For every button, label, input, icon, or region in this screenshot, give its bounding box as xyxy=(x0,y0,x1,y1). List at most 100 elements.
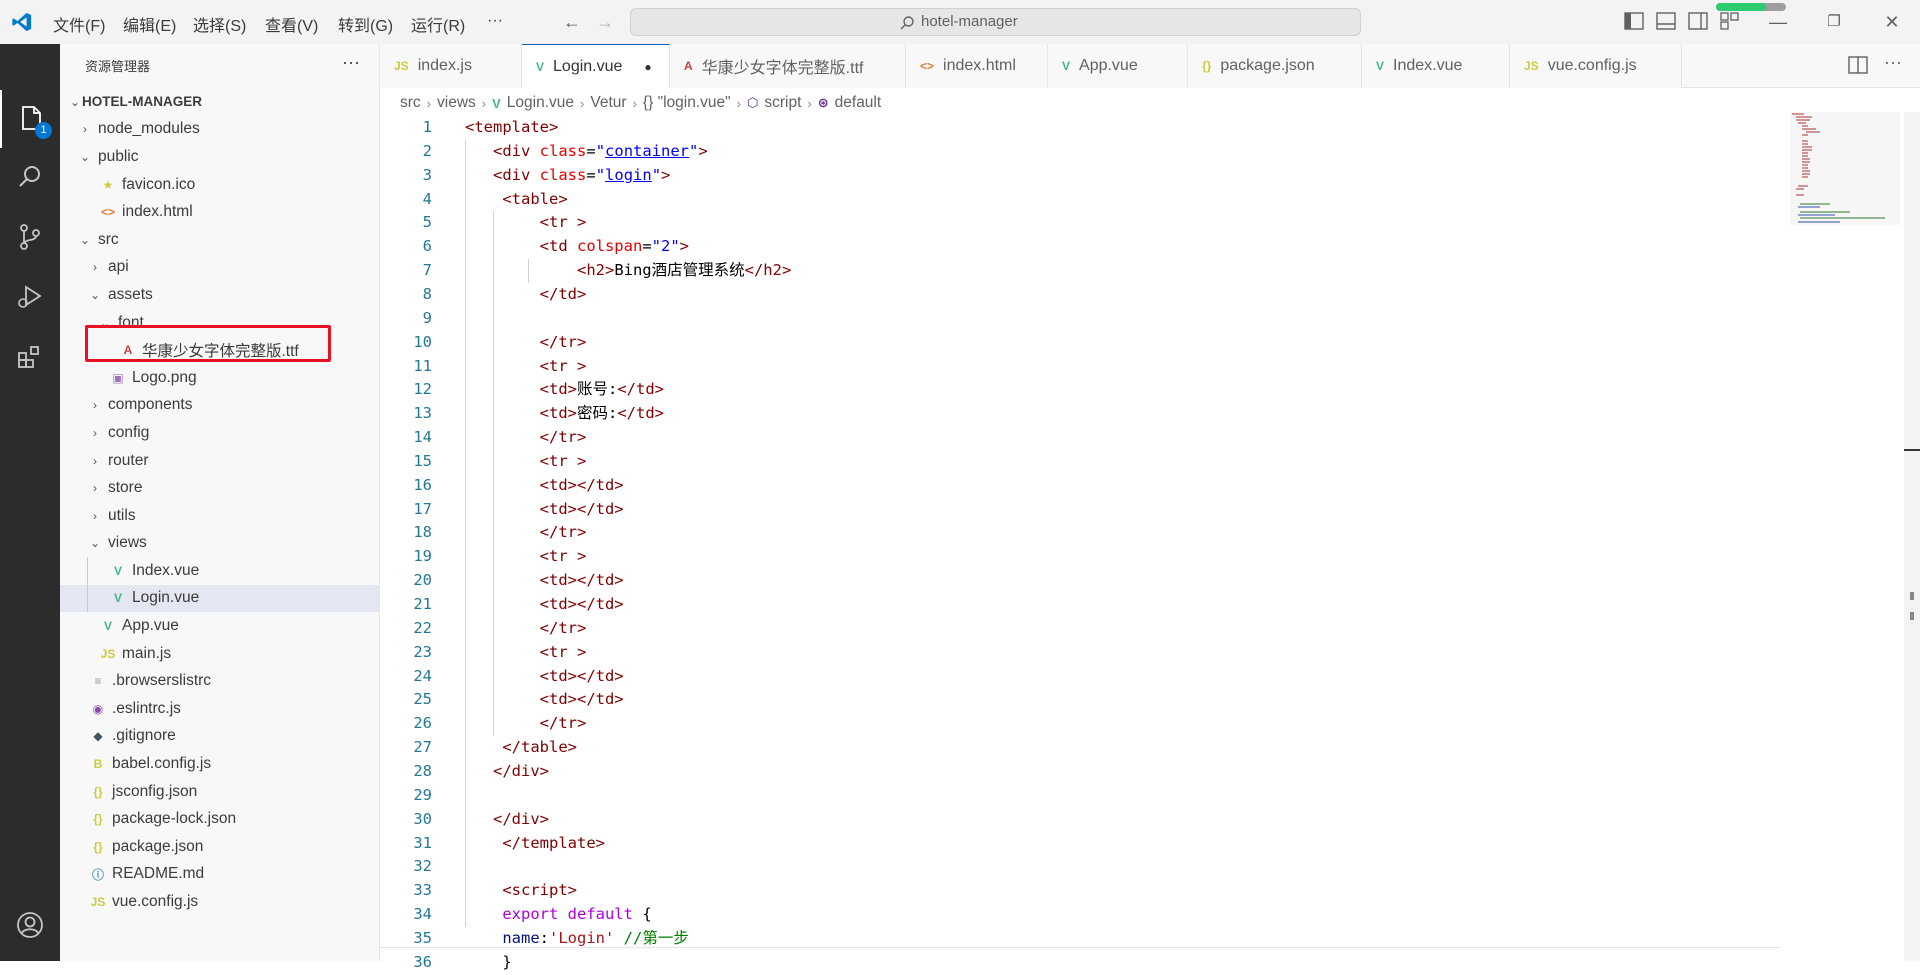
accounts-activity[interactable] xyxy=(0,896,60,954)
tree-item-label: favicon.ico xyxy=(122,175,196,193)
source-control-activity[interactable] xyxy=(0,208,60,266)
tree-folder[interactable]: › components xyxy=(60,392,380,420)
toggle-panel-icon[interactable] xyxy=(1656,12,1676,30)
restore-icon[interactable]: ❐ xyxy=(1822,10,1846,34)
command-center-search[interactable]: hotel-manager xyxy=(630,8,1361,36)
tree-file[interactable]: {} jsconfig.json xyxy=(60,778,380,806)
explorer-activity[interactable]: 1 xyxy=(0,90,60,148)
editor-tab[interactable]: JS index.js xyxy=(380,44,522,88)
menu-more[interactable]: ··· xyxy=(487,12,503,30)
line-number: 33 xyxy=(413,881,432,900)
tree-file[interactable]: <> index.html xyxy=(60,198,380,226)
tree-file[interactable]: ★ favicon.ico xyxy=(60,171,380,199)
tree-folder[interactable]: › node_modules xyxy=(60,116,380,144)
breadcrumb-item[interactable]: Vetur xyxy=(590,94,626,112)
tree-file[interactable]: ▣ Logo.png xyxy=(60,364,380,392)
close-icon[interactable]: ✕ xyxy=(1880,10,1904,34)
minimap[interactable] xyxy=(1790,112,1900,232)
forward-arrow-icon[interactable]: → xyxy=(593,10,617,34)
breadcrumb-item[interactable]: src xyxy=(400,94,421,112)
tree-folder[interactable]: ⌄ src xyxy=(60,226,380,254)
tree-folder[interactable]: ⌄ assets xyxy=(60,281,380,309)
tree-folder[interactable]: › api xyxy=(60,254,380,282)
breadcrumb-item[interactable]: Login.vue xyxy=(507,94,574,112)
breadcrumb-item[interactable]: default xyxy=(835,94,882,112)
tree-file[interactable]: ◆ .gitignore xyxy=(60,723,380,751)
info-file-icon: ⓘ xyxy=(91,867,104,882)
customize-layout-icon[interactable] xyxy=(1720,12,1740,30)
code-editor[interactable]: 1 <template> 2 <div class="container"> 3 <d… xyxy=(380,116,1900,971)
scrollbar-marker xyxy=(1910,612,1914,620)
editor-tab[interactable]: {} package.json xyxy=(1188,44,1362,88)
tree-file[interactable]: JS main.js xyxy=(60,640,380,668)
editor-tab[interactable]: V Index.vue xyxy=(1362,44,1510,88)
menu-edit[interactable]: 编辑(E) xyxy=(123,12,176,36)
tree-folder[interactable]: ⌄ public xyxy=(60,143,380,171)
json-file-icon: {} xyxy=(1202,59,1212,73)
tree-file[interactable]: V Index.vue xyxy=(60,557,380,585)
split-editor-icon[interactable] xyxy=(1848,56,1868,74)
code-token: </td> xyxy=(617,404,664,423)
extensions-activity[interactable] xyxy=(0,328,60,386)
code-content: <td></td> xyxy=(465,474,624,498)
tab-label: index.js xyxy=(417,57,472,74)
code-token: <tr > xyxy=(539,547,587,566)
tree-file[interactable]: ⓘ README.md xyxy=(60,861,380,889)
editor-tab[interactable]: <> index.html xyxy=(906,44,1048,88)
tree-folder[interactable]: › store xyxy=(60,474,380,502)
search-activity[interactable] xyxy=(0,148,60,206)
tree-file[interactable]: {} package.json xyxy=(60,833,380,861)
tree-file[interactable]: JS vue.config.js xyxy=(60,888,380,916)
minimize-icon[interactable]: — xyxy=(1766,10,1790,34)
tree-file[interactable]: ◉ .eslintrc.js xyxy=(60,695,380,723)
editor-tab[interactable]: V App.vue xyxy=(1048,44,1188,88)
menu-run[interactable]: 运行(R) xyxy=(411,12,465,36)
vue-file-icon: V xyxy=(1062,59,1071,73)
code-token: <template> xyxy=(465,118,559,136)
editor-tab[interactable]: A 华康少女字体完整版.ttf xyxy=(670,44,906,88)
breadcrumb-item[interactable]: {} "login.vue" xyxy=(643,94,731,112)
menu-go[interactable]: 转到(G) xyxy=(338,12,393,36)
code-token: <tr > xyxy=(539,213,587,232)
chevron-right-icon: › xyxy=(83,122,87,137)
toggle-primary-sidebar-icon[interactable] xyxy=(1624,12,1644,30)
tree-item-label: babel.config.js xyxy=(112,755,212,773)
run-debug-activity[interactable] xyxy=(0,268,60,326)
editor-tab[interactable]: JS vue.config.js xyxy=(1510,44,1682,88)
tree-root[interactable]: ⌄ HOTEL-MANAGER xyxy=(60,88,380,116)
code-token: </div> xyxy=(493,761,549,780)
tree-folder[interactable]: ⌄ views xyxy=(60,530,380,558)
line-number: 20 xyxy=(413,571,432,590)
tree-item-label: public xyxy=(98,147,139,165)
chevron-right-icon: › xyxy=(93,425,97,440)
menu-file[interactable]: 文件(F) xyxy=(53,12,105,36)
code-token: <td xyxy=(539,237,577,256)
tree-file[interactable]: V App.vue xyxy=(60,612,380,640)
tree-file[interactable]: Bbabel.config.js xyxy=(60,750,380,778)
breadcrumb-item[interactable]: views xyxy=(437,94,476,112)
vscode-logo-icon[interactable] xyxy=(10,11,34,33)
vue-file-icon: V xyxy=(113,591,122,606)
menu-selection[interactable]: 选择(S) xyxy=(193,12,246,36)
tree-file[interactable]: ≡ .browserslistrc xyxy=(60,667,380,695)
breadcrumb-item[interactable]: script xyxy=(764,94,801,112)
code-token: <tr > xyxy=(539,451,587,470)
back-arrow-icon[interactable]: ← xyxy=(560,10,584,34)
tree-file[interactable]: V Login.vue xyxy=(60,584,380,613)
tree-folder[interactable]: › config xyxy=(60,419,380,447)
unsaved-dot-icon[interactable]: ● xyxy=(644,60,651,74)
editor-tab[interactable]: V Login.vue ● xyxy=(522,44,670,88)
menu-view[interactable]: 查看(V) xyxy=(265,12,318,36)
vertical-scrollbar[interactable] xyxy=(1904,112,1920,961)
tree-item-label: README.md xyxy=(112,865,205,883)
lines-file-icon: ≡ xyxy=(94,674,102,689)
tree-folder[interactable]: › router xyxy=(60,447,380,475)
toggle-secondary-sidebar-icon[interactable] xyxy=(1688,12,1708,30)
editor-more-actions-icon[interactable]: ··· xyxy=(1884,52,1902,73)
explorer-more-actions[interactable]: ··· xyxy=(342,52,360,73)
tree-folder[interactable]: › utils xyxy=(60,502,380,530)
tree-file[interactable]: {} package-lock.json xyxy=(60,805,380,833)
star-file-icon: ★ xyxy=(102,177,114,192)
